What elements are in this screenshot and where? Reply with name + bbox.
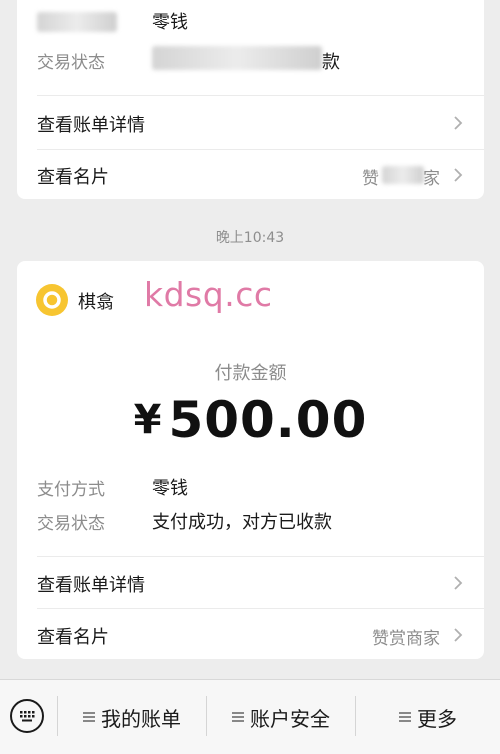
bottom-menu-bar: 我的账单 账户安全 更多 (0, 679, 500, 754)
tab-more[interactable]: 更多 (356, 680, 500, 754)
tab-account-security[interactable]: 账户安全 (207, 680, 355, 754)
view-card-row[interactable]: 查看名片 赞赏商家 (17, 609, 484, 659)
prev-status-label: 交易状态 (37, 53, 105, 73)
view-bill-details-row[interactable]: 查看账单详情 (17, 557, 484, 609)
payment-method-label: 支付方式 (37, 480, 105, 500)
blurred-label (37, 12, 117, 32)
prev-view-bill-details-row[interactable]: 查看账单详情 (17, 97, 484, 149)
status-label: 交易状态 (37, 514, 105, 534)
currency-symbol: ¥ (133, 397, 163, 443)
payment-method-value: 零钱 (152, 478, 188, 499)
tab-label: 账户安全 (250, 706, 330, 731)
ring-logo-icon (36, 284, 68, 316)
status-value: 支付成功，对方已收款 (152, 512, 332, 533)
chevron-right-icon (454, 576, 463, 590)
previous-payment-card: 零钱 交易状态 款 查看账单详情 查看名片 赞 家 (17, 0, 484, 199)
amount-value: 500.00 (168, 391, 368, 449)
tab-my-bills[interactable]: 我的账单 (58, 680, 206, 754)
divider (37, 95, 484, 96)
tab-label: 更多 (417, 706, 457, 731)
chevron-right-icon (454, 116, 463, 130)
payment-card[interactable]: 棋翕 kdsq.cc 付款金额 ¥500.00 支付方式 零钱 交易状态 支付成… (17, 261, 484, 659)
prev-status-tail: 款 (322, 52, 340, 73)
menu-lines-icon (399, 712, 411, 722)
menu-lines-icon (232, 712, 244, 722)
message-timestamp: 晚上10:43 (215, 230, 285, 246)
view-bill-details-label: 查看账单详情 (37, 115, 145, 136)
chevron-right-icon (454, 168, 463, 182)
card-value: 赞赏商家 (372, 629, 440, 649)
amount-label: 付款金额 (214, 363, 287, 384)
payment-amount: ¥500.00 (17, 391, 484, 449)
merchant-name: 棋翕 (78, 292, 114, 313)
watermark: kdsq.cc (144, 275, 273, 314)
tab-label: 我的账单 (101, 706, 181, 731)
blurred-status (152, 46, 322, 70)
view-card-label: 查看名片 (37, 627, 109, 648)
menu-lines-icon (83, 712, 95, 722)
view-bill-details-label: 查看账单详情 (37, 575, 145, 596)
view-card-label: 查看名片 (37, 167, 109, 188)
prev-payment-method-value: 零钱 (152, 12, 188, 33)
chevron-right-icon (454, 628, 463, 642)
prev-card-value: 赞 家 (362, 164, 440, 189)
prev-view-card-row[interactable]: 查看名片 赞 家 (17, 149, 484, 199)
keyboard-icon[interactable] (10, 699, 44, 733)
